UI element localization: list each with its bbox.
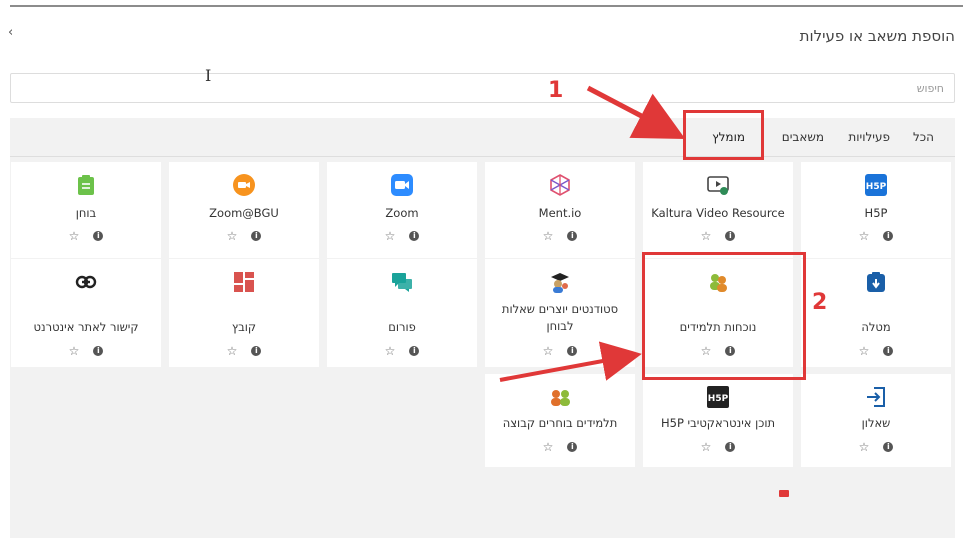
red-marker bbox=[779, 490, 789, 497]
arrow-to-tab bbox=[586, 85, 686, 139]
arrow-to-attendance bbox=[499, 341, 642, 382]
annotation-arrows bbox=[499, 85, 789, 497]
